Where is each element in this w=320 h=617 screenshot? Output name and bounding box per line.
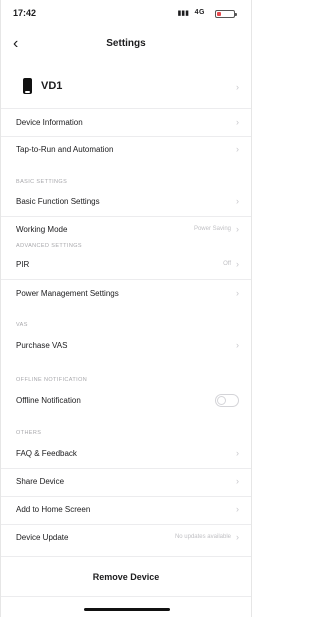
chevron-right-icon: › — [236, 476, 239, 486]
row-label: Purchase VAS — [16, 341, 68, 350]
section-header-basic: BASIC SETTINGS — [16, 179, 68, 185]
pir-value: Off — [223, 261, 231, 267]
share-device-row[interactable]: Share Device › — [1, 469, 251, 495]
divider — [1, 556, 251, 557]
device-update-row[interactable]: Device Update No updates available › — [1, 525, 251, 551]
phone-screen: 17:42 ▮▮▮ 4G ‹ Settings VD1 › Device Inf… — [0, 0, 252, 617]
chevron-right-icon: › — [236, 224, 239, 234]
row-label: Device Information — [16, 118, 83, 127]
chevron-right-icon: › — [236, 82, 239, 92]
chevron-right-icon: › — [236, 448, 239, 458]
faq-feedback-row[interactable]: FAQ & Feedback › — [1, 441, 251, 467]
chevron-right-icon: › — [236, 144, 239, 154]
row-label: Basic Function Settings — [16, 197, 100, 206]
working-mode-row[interactable]: Working Mode Power Saving › — [1, 217, 251, 243]
row-label: Power Management Settings — [16, 289, 119, 298]
purchase-vas-row[interactable]: Purchase VAS › — [1, 333, 251, 359]
chevron-right-icon: › — [236, 117, 239, 127]
chevron-right-icon: › — [236, 259, 239, 269]
section-header-advanced: ADVANCED SETTINGS — [16, 243, 82, 249]
row-label: Working Mode — [16, 225, 68, 234]
row-label: Offline Notification — [16, 396, 81, 405]
offline-notification-row: Offline Notification — [1, 388, 251, 414]
row-label: Device Update — [16, 533, 69, 542]
row-label: Share Device — [16, 477, 65, 486]
chevron-right-icon: › — [236, 532, 239, 542]
chevron-right-icon: › — [236, 196, 239, 206]
nav-bar: ‹ Settings — [1, 34, 251, 58]
add-to-home-row[interactable]: Add to Home Screen › — [1, 497, 251, 523]
battery-icon — [215, 10, 237, 18]
status-bar: 17:42 ▮▮▮ 4G — [1, 0, 251, 30]
divider — [1, 596, 251, 597]
divider — [1, 108, 251, 109]
section-header-vas: VAS — [16, 322, 28, 328]
device-name: VD1 — [41, 80, 63, 92]
network-type: 4G — [194, 9, 205, 16]
offline-notification-toggle[interactable] — [215, 394, 239, 407]
row-label: Add to Home Screen — [16, 505, 91, 514]
remove-device-button[interactable]: Remove Device — [1, 572, 251, 582]
status-time: 17:42 — [13, 8, 37, 18]
chevron-right-icon: › — [236, 504, 239, 514]
basic-function-row[interactable]: Basic Function Settings › — [1, 189, 251, 215]
home-indicator — [84, 608, 170, 611]
section-header-offline: OFFLINE NOTIFICATION — [16, 377, 88, 383]
device-header[interactable]: VD1 › — [1, 74, 251, 104]
working-mode-value: Power Saving — [193, 226, 231, 232]
divider — [1, 279, 251, 280]
chevron-right-icon: › — [236, 340, 239, 350]
chevron-right-icon: › — [236, 288, 239, 298]
phone-icon — [23, 78, 32, 94]
tap-to-run-row[interactable]: Tap-to-Run and Automation › — [1, 137, 251, 163]
pir-row[interactable]: PIR Off › — [1, 252, 251, 278]
page-title: Settings — [106, 38, 146, 49]
row-label: Tap-to-Run and Automation — [16, 145, 114, 154]
device-update-value: No updates available — [174, 534, 231, 540]
power-management-row[interactable]: Power Management Settings › — [1, 281, 251, 307]
row-label: FAQ & Feedback — [16, 449, 77, 458]
section-header-others: OTHERS — [16, 430, 42, 436]
row-label: PIR — [16, 260, 30, 269]
signal-icon: ▮▮▮ — [177, 10, 189, 17]
device-information-row[interactable]: Device Information › — [1, 110, 251, 136]
